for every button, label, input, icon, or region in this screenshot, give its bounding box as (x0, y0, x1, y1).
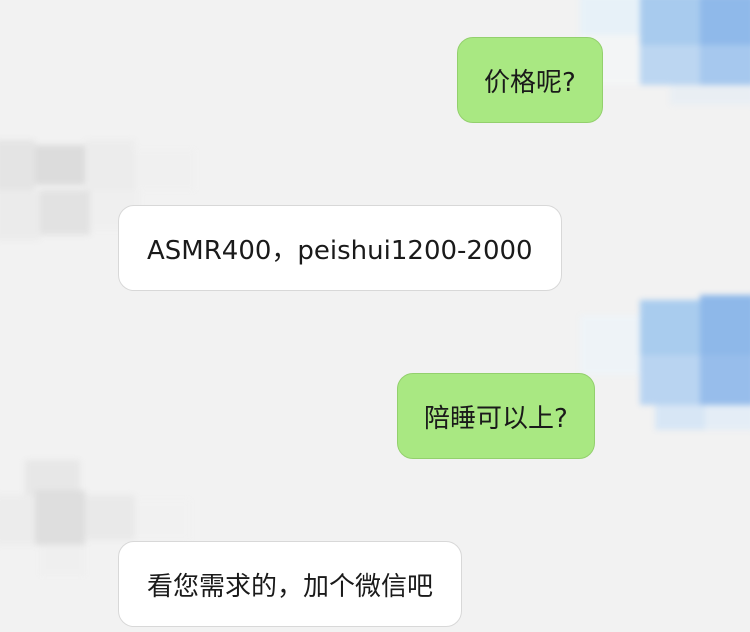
chat-screen: { "messages": [ {"side": "me", "text": "… (0, 0, 750, 632)
self-avatar[interactable] (580, 0, 750, 105)
message-text: 看您需求的，加个微信吧 (147, 571, 434, 602)
message-bubble-received[interactable]: 看您需求的，加个微信吧 (118, 541, 463, 627)
message-bubble-sent[interactable]: 价格呢? (457, 37, 603, 123)
message-text: 价格呢? (484, 67, 576, 98)
message-bubble-sent[interactable]: 陪睡可以上? (397, 373, 595, 459)
message-bubble-received[interactable]: ASMR400，peishui1200-2000 (118, 205, 562, 291)
message-text: ASMR400，peishui1200-2000 (147, 235, 533, 266)
self-avatar[interactable] (580, 295, 750, 435)
message-text: 陪睡可以上? (424, 403, 568, 434)
